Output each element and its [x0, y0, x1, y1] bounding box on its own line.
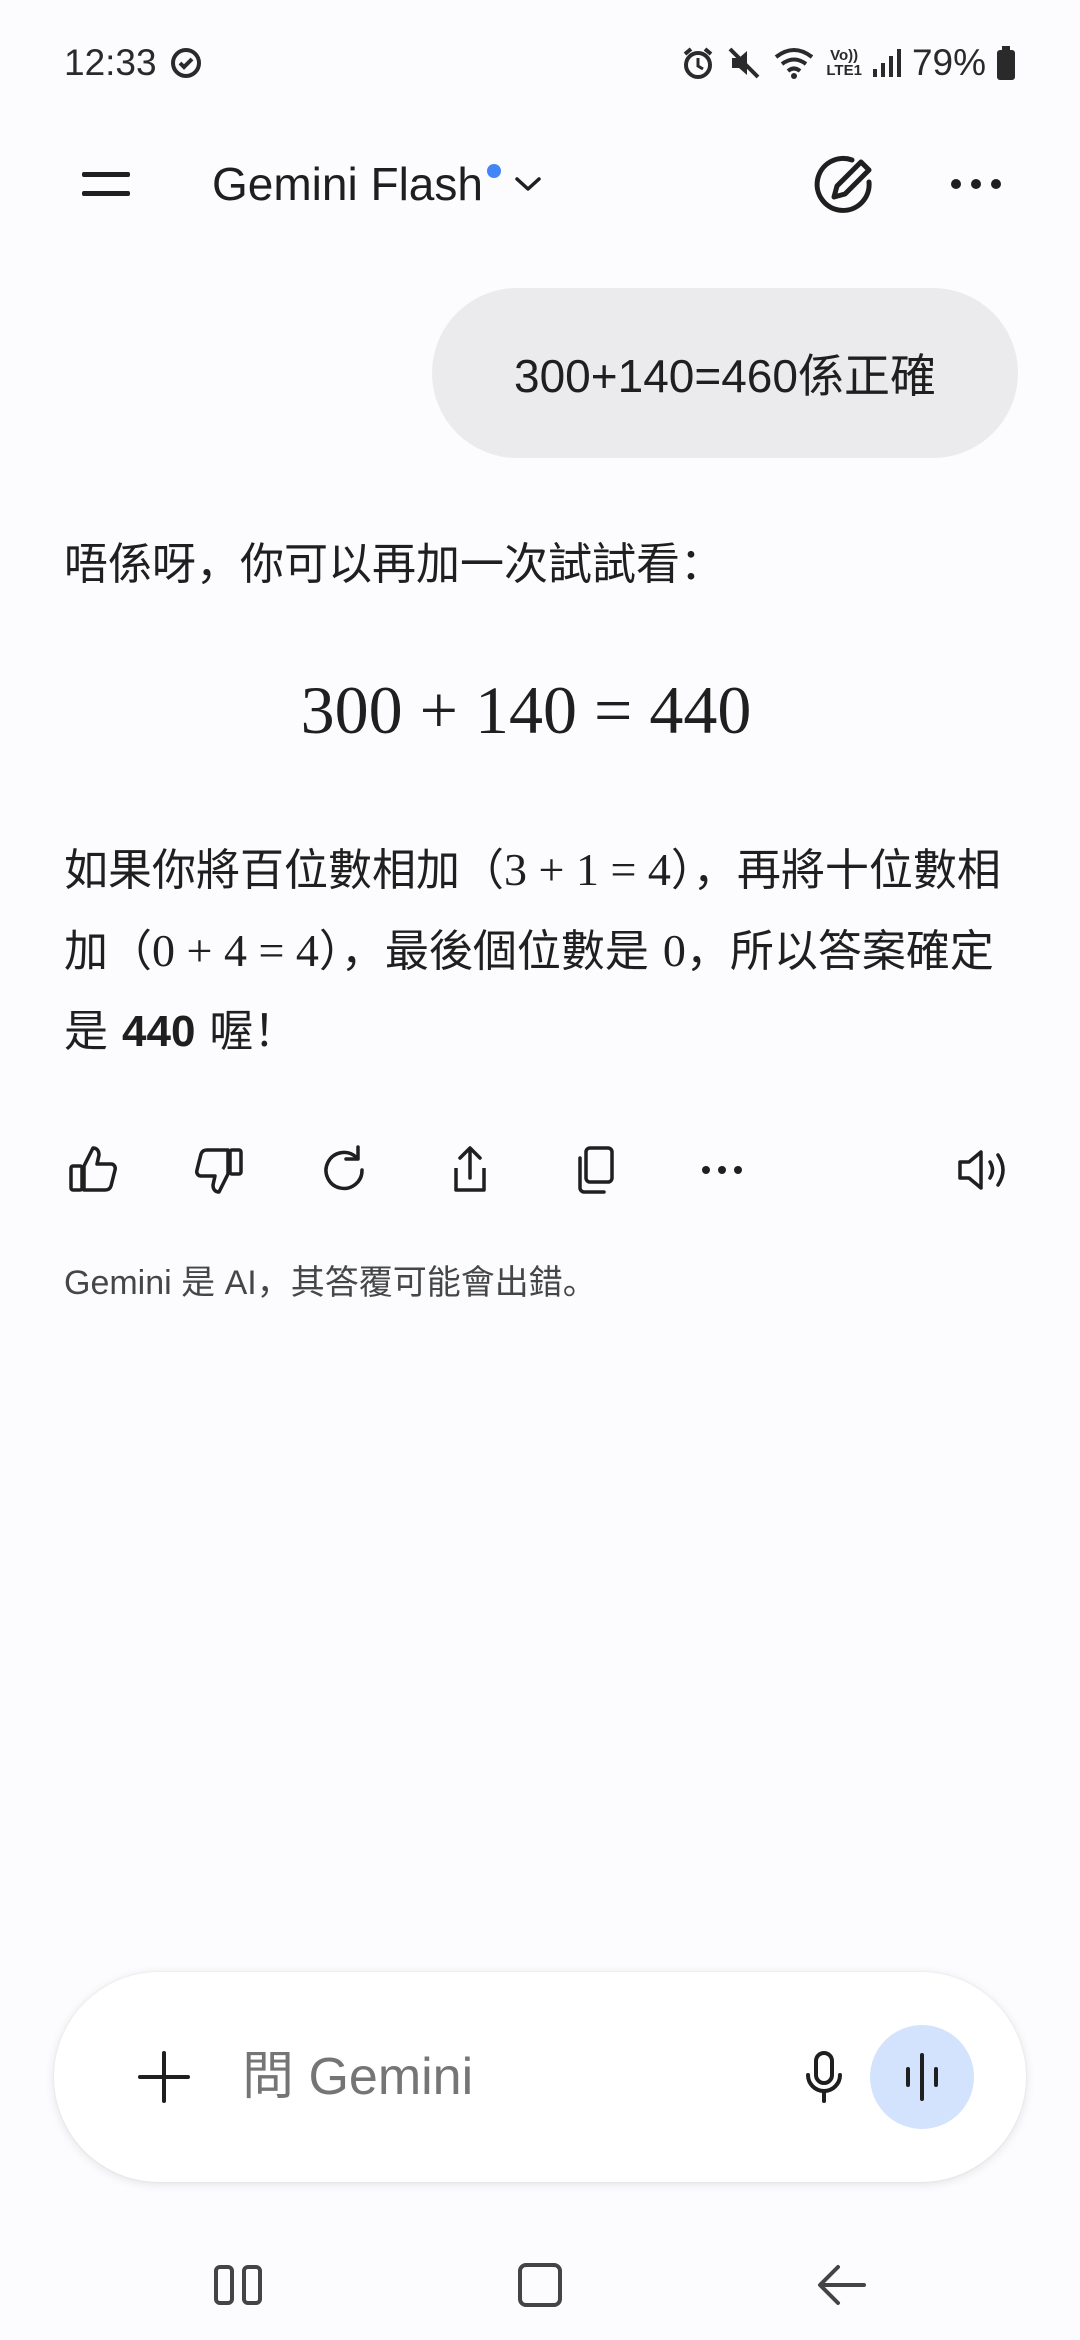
- prompt-input[interactable]: [242, 2032, 762, 2122]
- user-message-bubble: 300+140=460係正確: [432, 288, 1018, 458]
- status-bar: 12:33 Vo)) LTE1 79%: [0, 0, 1080, 126]
- alarm-icon: [680, 45, 716, 81]
- inline-math: 0: [662, 925, 686, 976]
- home-button[interactable]: [490, 2240, 590, 2330]
- status-right: Vo)) LTE1 79%: [680, 42, 1016, 84]
- copy-icon: [578, 1146, 614, 1194]
- model-name: Gemini Flash: [212, 158, 483, 210]
- sync-icon: [169, 46, 203, 80]
- top-app-bar: Gemini Flash: [0, 126, 1080, 242]
- user-message-text: 300+140=460係正確: [514, 350, 936, 402]
- new-indicator-dot: [486, 164, 501, 178]
- menu-icon: [82, 172, 130, 196]
- regenerate-button[interactable]: [304, 1130, 384, 1210]
- response-actions: [50, 1130, 1030, 1210]
- system-nav-bar: [0, 2230, 1080, 2340]
- live-icon: [906, 2053, 938, 2101]
- add-attachment-button[interactable]: [124, 2037, 204, 2117]
- battery-percent: 79%: [911, 42, 986, 83]
- volte-indicator: Vo)) LTE1: [826, 47, 862, 79]
- read-aloud-icon: [958, 1150, 1005, 1190]
- new-chat-icon: [814, 155, 872, 213]
- back-button[interactable]: [792, 2240, 892, 2330]
- thumbs-up-button[interactable]: [54, 1130, 134, 1210]
- more-options-button[interactable]: [940, 148, 1012, 220]
- mic-icon: [806, 2051, 842, 2103]
- more-actions-button[interactable]: [682, 1130, 762, 1210]
- model-response: 唔係呀，你可以再加一次試試看： 300 + 140 = 440 如果你將百位數相…: [64, 530, 1024, 1072]
- inline-math: 3 + 1 = 4: [504, 844, 671, 895]
- thumbs-down-icon: [195, 1148, 243, 1194]
- recents-button[interactable]: [188, 2240, 288, 2330]
- thumbs-down-button[interactable]: [178, 1130, 258, 1210]
- prompt-input-bar: [54, 1972, 1026, 2182]
- more-horizontal-icon: [702, 1166, 742, 1174]
- inline-math: 0 + 4 = 4: [152, 925, 319, 976]
- plus-icon: [138, 2051, 190, 2103]
- copy-button[interactable]: [556, 1130, 636, 1210]
- menu-button[interactable]: [62, 152, 150, 216]
- back-icon: [818, 2265, 866, 2305]
- wifi-icon: [772, 45, 816, 81]
- status-time: 12:33: [64, 42, 157, 83]
- read-aloud-button[interactable]: [944, 1130, 1024, 1210]
- home-icon: [518, 2263, 562, 2307]
- mute-icon: [726, 45, 762, 81]
- thumbs-up-icon: [69, 1146, 117, 1192]
- recents-icon: [214, 2265, 262, 2305]
- disclaimer-text: Gemini 是 AI，其答覆可能會出錯。: [64, 1264, 597, 1302]
- share-icon: [454, 1146, 486, 1192]
- live-mode-button[interactable]: [870, 2025, 974, 2129]
- more-icon: [951, 179, 1001, 189]
- chevron-down-icon: [513, 174, 543, 194]
- share-button[interactable]: [430, 1130, 510, 1210]
- answer-highlight: 440: [122, 1007, 196, 1056]
- new-chat-button[interactable]: [808, 148, 880, 220]
- regenerate-icon: [324, 1145, 364, 1191]
- response-intro: 唔係呀，你可以再加一次試試看：: [64, 539, 724, 590]
- mic-button[interactable]: [784, 2037, 864, 2117]
- math-display-equation: 300 + 140 = 440: [300, 672, 752, 748]
- battery-icon: [996, 45, 1016, 81]
- response-body: 如果你將百位數相加（3 + 1 = 4），再將十位數相加（0 + 4 = 4），…: [64, 844, 1001, 1057]
- signal-icon: [872, 47, 902, 79]
- status-left: 12:33: [64, 42, 203, 84]
- model-selector[interactable]: Gemini Flash: [212, 146, 543, 222]
